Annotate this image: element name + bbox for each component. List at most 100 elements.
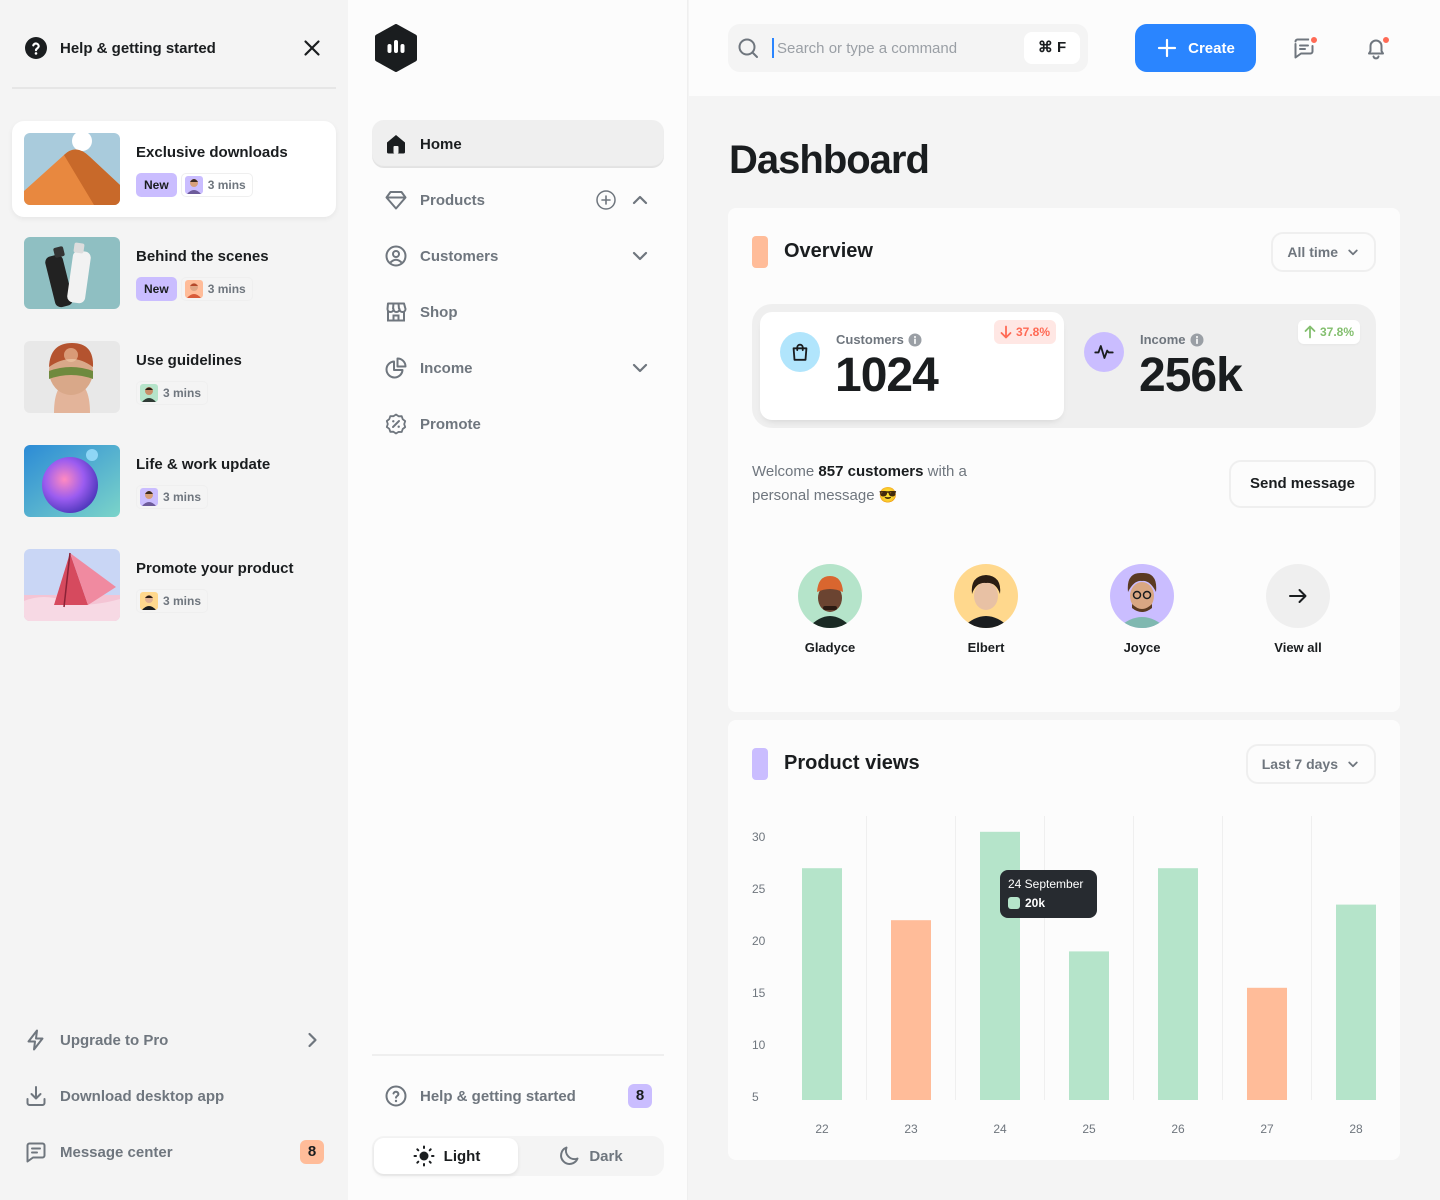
nav-help-link[interactable]: Help & getting started 8 bbox=[372, 1072, 664, 1120]
chart-bar bbox=[1247, 987, 1287, 1100]
help-card-exclusive-downloads[interactable]: Exclusive downloads New 3 mins bbox=[12, 121, 336, 217]
help-icon bbox=[25, 37, 47, 59]
nav-item-home[interactable]: Home bbox=[372, 120, 664, 168]
y-tick-label: 20 bbox=[752, 934, 766, 948]
x-tick-label: 26 bbox=[1171, 1122, 1185, 1136]
help-card-use-guidelines[interactable]: Use guidelines 3 mins bbox=[12, 329, 336, 425]
view-all-circle bbox=[1266, 564, 1330, 628]
overview-range-select[interactable]: All time bbox=[1271, 232, 1376, 272]
duration-chip: 3 mins bbox=[180, 173, 253, 197]
chart-bar bbox=[802, 868, 842, 1100]
customer-joyce[interactable]: Joyce bbox=[1064, 564, 1220, 655]
stat-income[interactable]: Income 256k 37.8% bbox=[1064, 312, 1368, 420]
chevron-down-icon[interactable] bbox=[628, 244, 652, 268]
plus-icon bbox=[1158, 38, 1177, 58]
view-all-customers-button[interactable]: View all bbox=[1220, 564, 1376, 655]
add-circle-icon[interactable] bbox=[596, 190, 616, 210]
section-color-tag bbox=[752, 748, 768, 780]
avatar bbox=[140, 488, 158, 506]
nav-item-label: Products bbox=[420, 191, 486, 209]
nav-item-income[interactable]: Income bbox=[372, 344, 664, 392]
chart-bar bbox=[1158, 868, 1198, 1100]
search-input[interactable] bbox=[772, 38, 1012, 58]
nav-item-customers[interactable]: Customers bbox=[372, 232, 664, 280]
upgrade-label: Upgrade to Pro bbox=[60, 1031, 169, 1049]
stat-label: Income bbox=[1140, 332, 1204, 347]
info-icon[interactable] bbox=[1190, 333, 1204, 347]
theme-dark-button[interactable]: Dark bbox=[518, 1138, 662, 1174]
close-icon[interactable] bbox=[300, 36, 324, 60]
avatar bbox=[954, 564, 1018, 628]
theme-dark-label: Dark bbox=[589, 1147, 623, 1165]
chevron-down-icon bbox=[1348, 249, 1358, 256]
avatar bbox=[140, 384, 158, 402]
stat-customers[interactable]: Customers 1024 37.8% bbox=[760, 312, 1064, 420]
product-views-range-select[interactable]: Last 7 days bbox=[1245, 744, 1376, 784]
messages-button[interactable] bbox=[1280, 24, 1328, 72]
avatar bbox=[1110, 564, 1174, 628]
help-panel-header: Help & getting started bbox=[24, 36, 324, 60]
unread-dot bbox=[1381, 35, 1391, 45]
stat-change-text: 37.8% bbox=[1319, 325, 1354, 339]
help-card-behind-the-scenes[interactable]: Behind the scenes New 3 mins bbox=[12, 225, 336, 321]
nav-item-label: Customers bbox=[420, 247, 499, 265]
chevron-down-icon[interactable] bbox=[628, 356, 652, 380]
nav-item-label: Promote bbox=[420, 415, 481, 433]
nav-item-products[interactable]: Products bbox=[372, 176, 664, 224]
upgrade-to-pro-link[interactable]: Upgrade to Pro bbox=[24, 1028, 324, 1052]
x-tick-label: 22 bbox=[815, 1122, 829, 1136]
logo[interactable] bbox=[372, 24, 420, 72]
shopping-bag-icon bbox=[792, 343, 808, 361]
new-badge: New bbox=[136, 277, 177, 301]
nav-item-label: Shop bbox=[420, 303, 458, 321]
duration-text: 3 mins bbox=[207, 282, 246, 296]
x-tick-label: 28 bbox=[1349, 1122, 1363, 1136]
help-panel-title: Help & getting started bbox=[60, 39, 216, 57]
download-label: Download desktop app bbox=[60, 1087, 225, 1105]
x-tick-label: 25 bbox=[1082, 1122, 1096, 1136]
message-icon bbox=[26, 1142, 46, 1163]
avatar bbox=[140, 592, 158, 610]
product-views-chart: 5 10 15 20 25 30 22 23 24 25 26 27 28 bbox=[752, 816, 1376, 1136]
x-tick-label: 27 bbox=[1260, 1122, 1274, 1136]
card-thumbnail bbox=[24, 237, 120, 309]
y-tick-label: 5 bbox=[752, 1090, 759, 1104]
chart-bar bbox=[1069, 951, 1109, 1100]
theme-light-button[interactable]: Light bbox=[374, 1138, 518, 1174]
download-desktop-app-link[interactable]: Download desktop app bbox=[24, 1084, 324, 1108]
help-card-promote-your-product[interactable]: Promote your product 3 mins bbox=[12, 537, 336, 633]
customer-elbert[interactable]: Elbert bbox=[908, 564, 1064, 655]
theme-light-label: Light bbox=[443, 1147, 481, 1165]
message-center-link[interactable]: Message center 8 bbox=[24, 1140, 324, 1164]
arrow-up-icon bbox=[1304, 325, 1316, 339]
info-icon[interactable] bbox=[908, 333, 922, 347]
y-tick-label: 25 bbox=[752, 882, 766, 896]
sun-icon bbox=[413, 1145, 435, 1167]
duration-text: 3 mins bbox=[163, 490, 202, 504]
home-icon bbox=[387, 135, 405, 154]
card-title: Life & work update bbox=[136, 456, 271, 473]
duration-chip: 3 mins bbox=[136, 381, 209, 405]
nav-item-promote[interactable]: Promote bbox=[372, 400, 664, 448]
notifications-button[interactable] bbox=[1352, 24, 1400, 72]
nav-help-label: Help & getting started bbox=[420, 1087, 576, 1105]
customer-gladyce[interactable]: Gladyce bbox=[752, 564, 908, 655]
create-button[interactable]: Create bbox=[1135, 24, 1256, 72]
message-center-label: Message center bbox=[60, 1143, 173, 1161]
avatar bbox=[184, 176, 203, 194]
help-card-life-work-update[interactable]: Life & work update 3 mins bbox=[12, 433, 336, 529]
avatar bbox=[798, 564, 862, 628]
duration-chip: 3 mins bbox=[136, 485, 209, 509]
arrow-down-icon bbox=[1000, 325, 1012, 339]
promotion-icon bbox=[385, 413, 407, 435]
stat-change-badge: 37.8% bbox=[993, 320, 1056, 344]
tooltip-value-text: 20k bbox=[1025, 896, 1046, 910]
search-bar: ⌘ F bbox=[728, 24, 1088, 72]
stat-icon-wrap bbox=[780, 332, 820, 372]
store-icon bbox=[386, 302, 407, 322]
nav-item-shop[interactable]: Shop bbox=[372, 288, 664, 336]
chevron-up-icon[interactable] bbox=[628, 188, 652, 212]
top-header: ⌘ F Create bbox=[689, 0, 1440, 96]
chart-tooltip: 24 September 20k bbox=[1000, 870, 1097, 918]
send-message-button[interactable]: Send message bbox=[1229, 460, 1376, 508]
